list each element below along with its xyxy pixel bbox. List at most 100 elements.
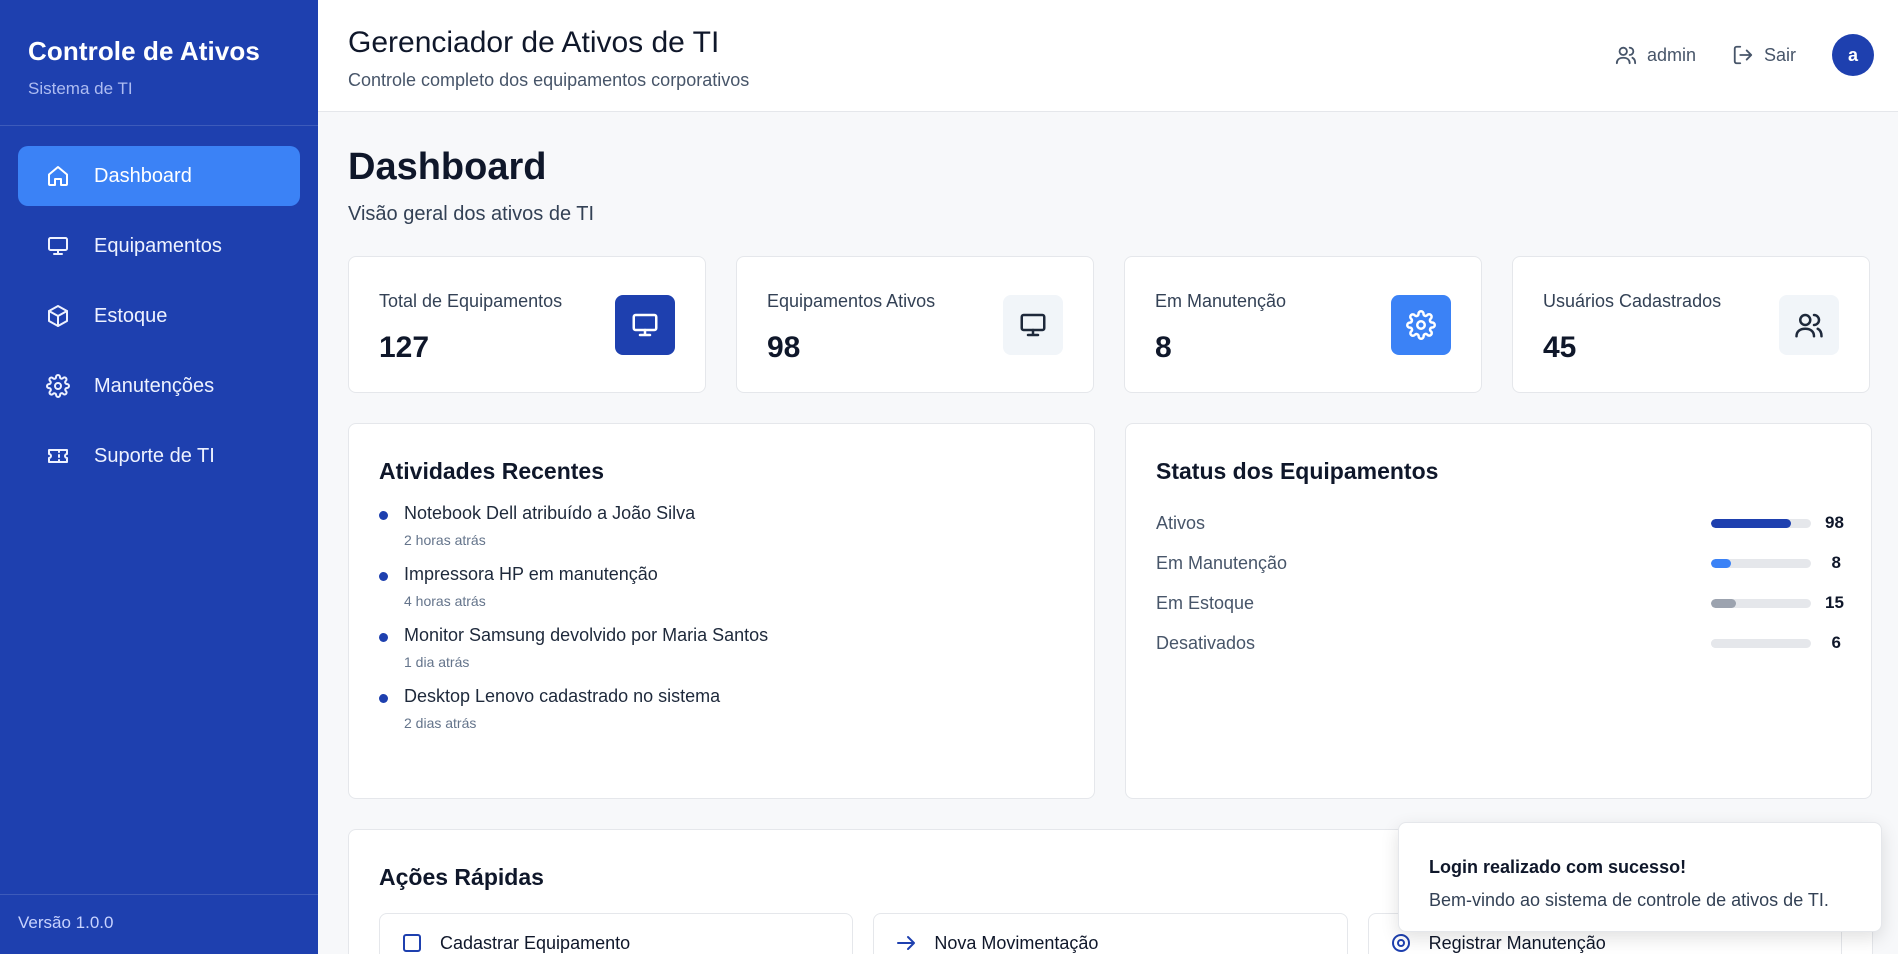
page-subtitle: Visão geral dos ativos de TI <box>348 203 595 225</box>
bullet-dot <box>379 694 388 703</box>
panel-title: Status dos Equipamentos <box>1156 458 1439 484</box>
status-progress-bar <box>1711 558 1811 568</box>
activity-text: Monitor Samsung devolvido por Maria Sant… <box>404 625 769 645</box>
app-subtitle: Controle completo dos equipamentos corpo… <box>348 70 750 90</box>
top-header: Gerenciador de Ativos de TI Controle com… <box>318 0 1898 112</box>
activity-text: Impressora HP em manutenção <box>404 564 658 584</box>
square-icon <box>403 934 421 952</box>
gear-icon <box>1391 295 1451 355</box>
activity-time: 2 horas atrás <box>404 532 486 548</box>
status-row: Em Manutenção 8 <box>1156 543 1841 583</box>
status-progress-bar <box>1711 598 1811 608</box>
stat-label: Equipamentos Ativos <box>767 291 936 311</box>
list-item: Monitor Samsung devolvido por Maria Sant… <box>379 625 1064 670</box>
activity-text: Notebook Dell atribuído a João Silva <box>404 503 696 523</box>
stat-label: Usuários Cadastrados <box>1543 291 1722 311</box>
sidebar-item-equipamentos[interactable]: Equipamentos <box>18 216 300 276</box>
gear-icon <box>46 374 70 398</box>
panels-row: Atividades Recentes Notebook Dell atribu… <box>348 423 1873 799</box>
avatar[interactable]: a <box>1832 34 1874 76</box>
monitor-icon <box>1003 295 1063 355</box>
logout-label: Sair <box>1763 44 1796 65</box>
status-label: Em Manutenção <box>1156 552 1288 573</box>
arrow-right-icon <box>897 936 916 950</box>
sidebar-nav: Dashboard Equipamentos Estoque Manutençõ… <box>0 126 318 516</box>
stat-value: 98 <box>767 331 801 364</box>
status-label: Desativados <box>1156 632 1256 653</box>
list-item: Impressora HP em manutenção 4 horas atrá… <box>379 564 1064 609</box>
activity-text: Desktop Lenovo cadastrado no sistema <box>404 686 721 706</box>
status-value: 6 <box>1831 633 1841 652</box>
status-progress-bar <box>1711 638 1811 648</box>
status-progress-fill <box>1711 518 1791 528</box>
stat-value: 8 <box>1155 331 1172 364</box>
stat-card-manutencao: Em Manutenção 8 <box>1124 256 1482 393</box>
user-icon <box>1615 46 1637 65</box>
recent-activities-panel: Atividades Recentes Notebook Dell atribu… <box>348 423 1095 799</box>
brand-subtitle: Sistema de TI <box>28 79 133 98</box>
stat-card-usuarios: Usuários Cadastrados 45 <box>1512 256 1870 393</box>
home-icon <box>46 164 70 188</box>
page-title: Dashboard <box>348 146 547 188</box>
gear-icon <box>1391 934 1410 952</box>
activity-time: 4 horas atrás <box>404 593 486 609</box>
success-toast[interactable]: Login realizado com sucesso! Bem-vindo a… <box>1398 822 1882 932</box>
sidebar-item-suporte[interactable]: Suporte de TI <box>18 426 300 486</box>
status-value: 98 <box>1825 513 1844 532</box>
toast-message: Bem-vindo ao sistema de controle de ativ… <box>1429 890 1829 910</box>
stat-card-ativos: Equipamentos Ativos 98 <box>736 256 1094 393</box>
list-item: Desktop Lenovo cadastrado no sistema 2 d… <box>379 686 1064 731</box>
monitor-icon <box>615 295 675 355</box>
sidebar-item-dashboard[interactable]: Dashboard <box>18 146 300 206</box>
sidebar: Controle de Ativos Sistema de TI Dashboa… <box>0 0 318 954</box>
sidebar-item-manutencoes[interactable]: Manutenções <box>18 356 300 416</box>
panel-title: Atividades Recentes <box>379 458 604 484</box>
status-value: 15 <box>1825 593 1844 612</box>
status-progress-fill <box>1711 638 1719 648</box>
add-equipment-button[interactable]: Cadastrar Equipamento <box>379 913 854 954</box>
box-icon <box>46 304 70 328</box>
stat-value: 45 <box>1543 331 1577 364</box>
sidebar-item-label: Estoque <box>94 304 168 327</box>
status-row: Ativos 98 <box>1156 503 1844 543</box>
toast-title: Login realizado com sucesso! <box>1429 857 1687 877</box>
username: admin <box>1646 44 1696 65</box>
user-menu[interactable]: admin <box>1615 44 1696 66</box>
brand-title: Controle de Ativos <box>28 36 260 66</box>
app-title: Gerenciador de Ativos de TI <box>348 26 720 59</box>
logout-icon <box>1733 45 1753 65</box>
status-progress-fill <box>1711 598 1736 608</box>
new-movement-button[interactable]: Nova Movimentação <box>873 913 1348 954</box>
equipment-status-panel: Status dos Equipamentos Ativos 98 Em Man… <box>1125 423 1872 799</box>
activity-time: 1 dia atrás <box>404 654 470 670</box>
sidebar-item-label: Manutenções <box>94 374 215 397</box>
sidebar-item-estoque[interactable]: Estoque <box>18 286 300 346</box>
sidebar-item-label: Suporte de TI <box>94 444 215 467</box>
bullet-dot <box>379 511 388 520</box>
bullet-dot <box>379 633 388 642</box>
status-row: Desativados 6 <box>1156 623 1841 663</box>
bullet-dot <box>379 572 388 581</box>
status-progress-fill <box>1711 558 1731 568</box>
status-row: Em Estoque 15 <box>1156 583 1844 623</box>
header-actions: admin Sair a <box>1615 34 1874 76</box>
ticket-icon <box>46 444 70 468</box>
status-value: 8 <box>1831 553 1841 572</box>
logout-button[interactable]: Sair <box>1732 44 1796 66</box>
stat-value: 127 <box>379 331 430 364</box>
stats-row: Total de Equipamentos 127 Equipamentos A… <box>348 256 1873 393</box>
status-progress-bar <box>1711 518 1811 528</box>
status-label: Ativos <box>1156 512 1206 533</box>
status-label: Em Estoque <box>1156 592 1255 613</box>
action-label: Nova Movimentação <box>934 932 1099 953</box>
stat-label: Total de Equipamentos <box>379 291 563 311</box>
app-version: Versão 1.0.0 <box>0 894 318 954</box>
sidebar-item-label: Equipamentos <box>94 234 222 257</box>
list-item: Notebook Dell atribuído a João Silva 2 h… <box>379 503 1064 548</box>
users-icon <box>1779 295 1839 355</box>
action-label: Cadastrar Equipamento <box>440 932 631 953</box>
monitor-icon <box>46 234 70 258</box>
stat-card-total: Total de Equipamentos 127 <box>348 256 706 393</box>
activity-time: 2 dias atrás <box>404 715 477 731</box>
stat-label: Em Manutenção <box>1155 291 1287 311</box>
